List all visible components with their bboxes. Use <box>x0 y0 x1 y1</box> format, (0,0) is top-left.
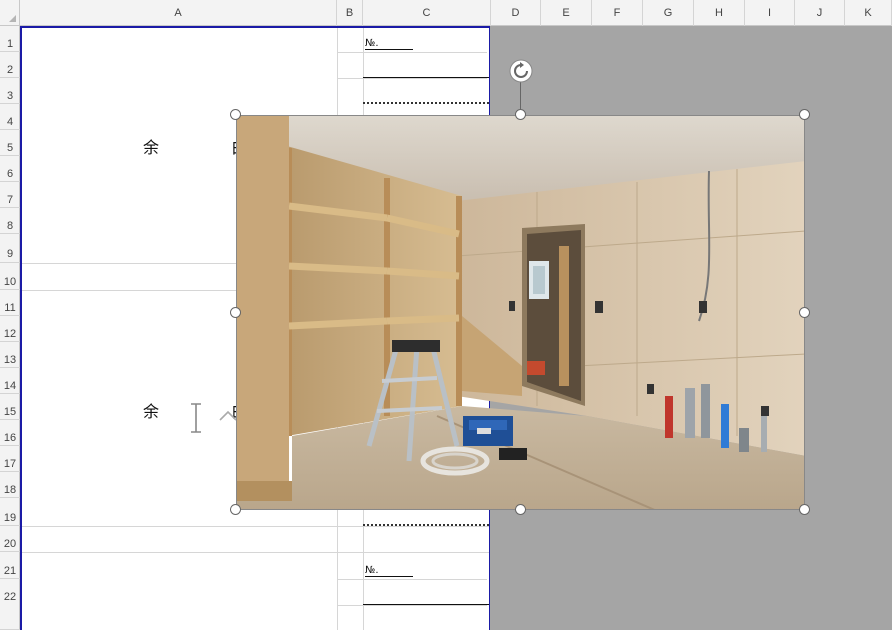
select-all-triangle-icon <box>9 15 16 22</box>
resize-handle-bottom-left[interactable] <box>230 504 241 515</box>
row-header-10[interactable]: 10 <box>0 263 20 290</box>
row-header-16[interactable]: 16 <box>0 420 20 446</box>
resize-handle-bottom-right[interactable] <box>799 504 810 515</box>
resize-handle-bottom-center[interactable] <box>515 504 526 515</box>
row-header-3[interactable]: 3 <box>0 78 20 104</box>
gridline <box>337 579 487 580</box>
column-header-h[interactable]: H <box>694 0 745 26</box>
row-header-11[interactable]: 11 <box>0 290 20 316</box>
print-area-border-left <box>20 26 22 630</box>
gridline <box>20 552 490 553</box>
row-header-6[interactable]: 6 <box>0 156 20 182</box>
row-header-8[interactable]: 8 <box>0 208 20 234</box>
row-header-1[interactable]: 1 <box>0 26 20 52</box>
select-all-corner[interactable] <box>0 0 20 26</box>
row-header-2[interactable]: 2 <box>0 52 20 78</box>
column-header-c[interactable]: C <box>363 0 491 26</box>
column-header-f[interactable]: F <box>592 0 643 26</box>
construction-interior-photo <box>237 116 804 509</box>
underline-solid <box>363 77 489 78</box>
row-header-18[interactable]: 18 <box>0 472 20 498</box>
gridline <box>337 52 487 53</box>
row-header-9[interactable]: 9 <box>0 234 20 263</box>
gridline <box>337 605 487 606</box>
row-header-15[interactable]: 15 <box>0 394 20 420</box>
number-label-top: №. <box>365 38 413 50</box>
row-header-22[interactable]: 22 <box>0 579 20 630</box>
resize-handle-top-right[interactable] <box>799 109 810 120</box>
column-header-a[interactable]: A <box>20 0 337 26</box>
underline-solid <box>363 604 489 605</box>
row-header-17[interactable]: 17 <box>0 446 20 472</box>
row-header-12[interactable]: 12 <box>0 316 20 342</box>
row-header-13[interactable]: 13 <box>0 342 20 368</box>
row-header-19[interactable]: 19 <box>0 498 20 526</box>
resize-handle-middle-right[interactable] <box>799 307 810 318</box>
column-header-b[interactable]: B <box>337 0 363 26</box>
print-area-border-top <box>20 26 491 28</box>
column-header-d[interactable]: D <box>491 0 541 26</box>
column-header-i[interactable]: I <box>745 0 795 26</box>
underline-dotted <box>363 102 489 104</box>
row-header-14[interactable]: 14 <box>0 368 20 394</box>
row-header-7[interactable]: 7 <box>0 182 20 208</box>
resize-handle-top-left[interactable] <box>230 109 241 120</box>
column-header-j[interactable]: J <box>795 0 845 26</box>
number-label-bottom: №. <box>365 565 413 577</box>
chevron-up-icon <box>219 410 237 421</box>
row-header-4[interactable]: 4 <box>0 104 20 130</box>
row-header-20[interactable]: 20 <box>0 526 20 552</box>
row-header-bar: 1 2 3 4 5 6 7 8 9 10 11 12 13 14 15 16 1… <box>0 26 20 630</box>
underline-dotted <box>363 524 489 526</box>
gridline <box>337 78 487 79</box>
column-header-e[interactable]: E <box>541 0 592 26</box>
row-header-5[interactable]: 5 <box>0 130 20 156</box>
resize-handle-middle-left[interactable] <box>230 307 241 318</box>
rotate-handle-icon[interactable] <box>508 58 534 84</box>
column-header-bar: A B C D E F G H I J K <box>0 0 892 26</box>
resize-handle-top-center[interactable] <box>515 109 526 120</box>
inserted-picture[interactable] <box>236 115 805 510</box>
column-header-k[interactable]: K <box>845 0 892 26</box>
row-header-21[interactable]: 21 <box>0 552 20 579</box>
text-cursor-icon <box>191 403 201 433</box>
gridline <box>20 526 490 527</box>
column-header-g[interactable]: G <box>643 0 694 26</box>
